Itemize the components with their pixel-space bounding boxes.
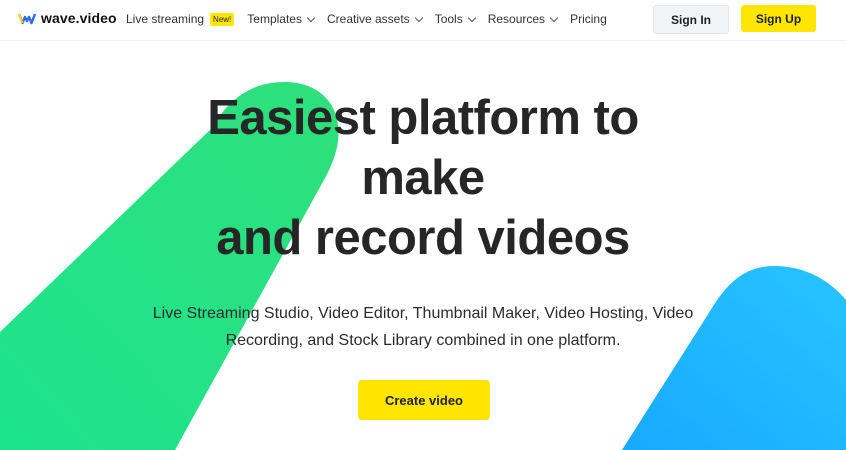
- wave-logo-icon: [18, 13, 36, 25]
- headline-line-3: and record videos: [216, 211, 630, 265]
- menu-pricing[interactable]: Pricing: [570, 12, 607, 26]
- menu-live-streaming-label: Live streaming: [126, 12, 205, 26]
- top-navigation: wave.video Live streaming New! Templates…: [0, 0, 846, 41]
- sign-up-button[interactable]: Sign Up: [741, 5, 816, 32]
- chevron-down-icon: [549, 13, 559, 22]
- new-badge: New!: [210, 12, 235, 26]
- sign-in-button[interactable]: Sign In: [653, 5, 729, 34]
- menu-tools[interactable]: Tools: [434, 12, 476, 26]
- hero-headline: Easiest platform to make and record vide…: [0, 88, 846, 268]
- menu-resources[interactable]: Resources: [487, 12, 559, 26]
- menu-live-streaming[interactable]: Live streaming New!: [126, 12, 235, 26]
- headline-line-1: Easiest platform to: [207, 91, 639, 145]
- menu-pricing-label: Pricing: [570, 12, 607, 26]
- menu-creative-assets-label: Creative assets: [326, 12, 410, 26]
- hero-subtitle: Live Streaming Studio, Video Editor, Thu…: [152, 305, 694, 349]
- chevron-down-icon: [414, 13, 423, 22]
- menu-templates[interactable]: Templates: [247, 12, 316, 26]
- menu-creative-assets[interactable]: Creative assets: [326, 12, 423, 26]
- chevron-down-icon: [306, 13, 316, 22]
- menu-templates-label: Templates: [247, 12, 302, 26]
- menu-tools-label: Tools: [434, 12, 463, 26]
- main-menu: Live streaming New! Templates Creative a…: [126, 12, 620, 26]
- brand-name: wave.video: [41, 10, 117, 26]
- create-video-button[interactable]: Create video: [358, 380, 490, 420]
- menu-resources-label: Resources: [487, 12, 546, 26]
- chevron-down-icon: [467, 13, 476, 22]
- blue-shape: [622, 266, 846, 450]
- headline-line-2: make: [361, 151, 485, 205]
- brand-logo[interactable]: wave.video: [18, 10, 117, 26]
